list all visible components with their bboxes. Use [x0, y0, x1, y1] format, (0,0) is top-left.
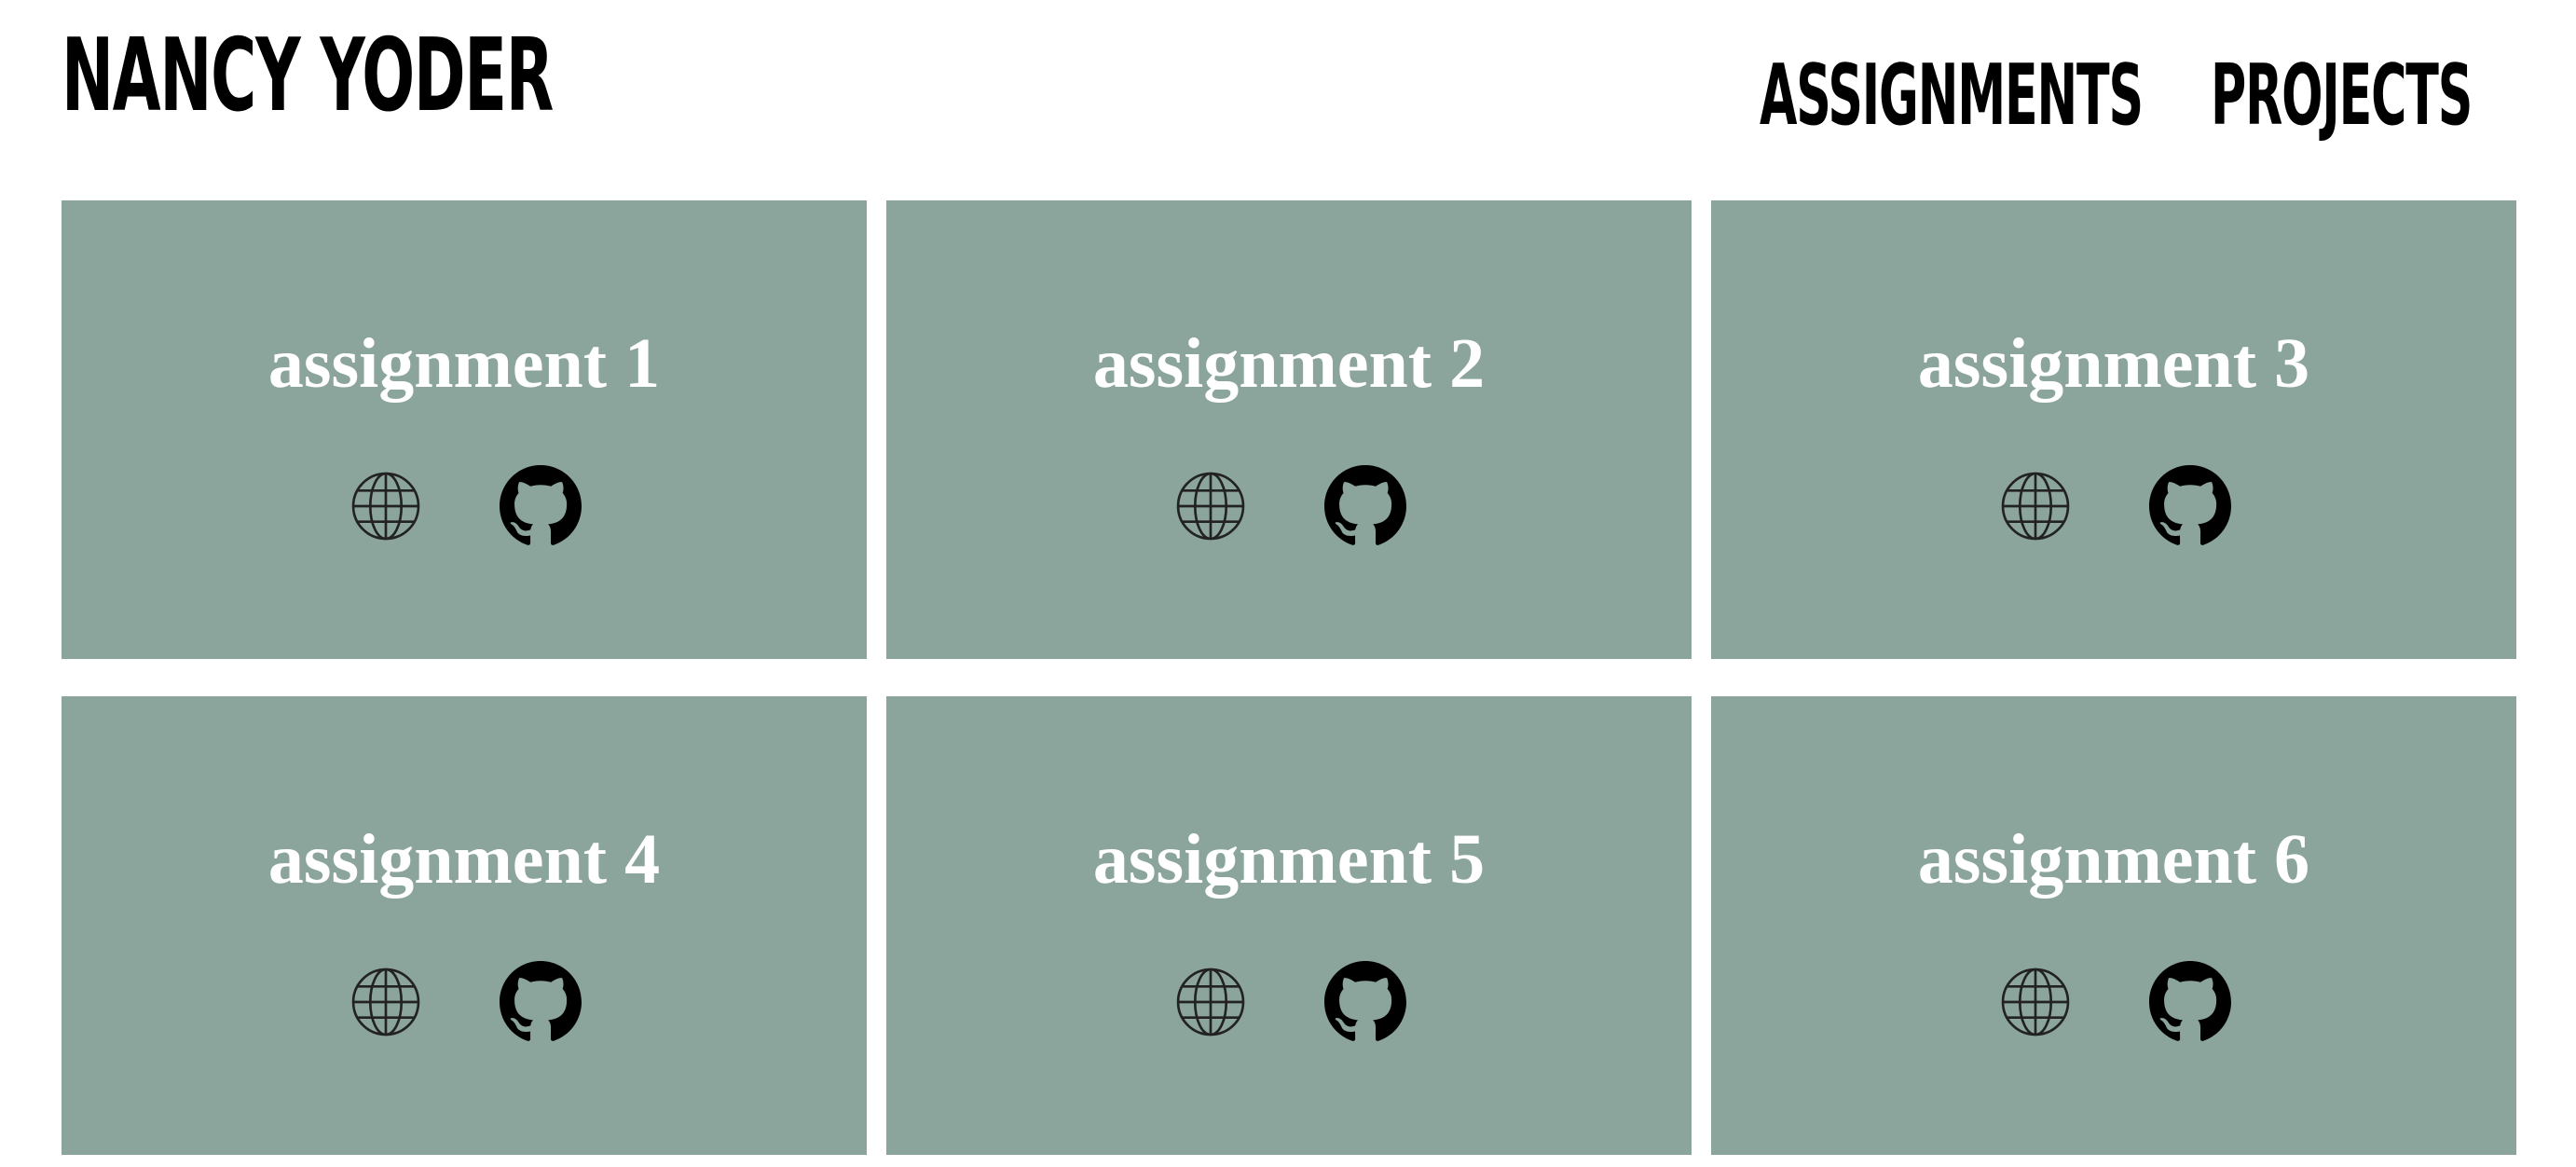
assignment-grid: assignment 1 assignment 2 assignment 3 a…	[62, 200, 2516, 1155]
assignment-card: assignment 4	[62, 696, 867, 1155]
nav-assignments-link[interactable]: ASSIGNMENTS	[1760, 45, 2144, 147]
assignment-card: assignment 6	[1711, 696, 2516, 1155]
assignment-title: assignment 1	[267, 324, 661, 403]
assignment-title: assignment 4	[267, 820, 661, 899]
assignment-card: assignment 2	[886, 200, 1692, 659]
github-icon[interactable]	[500, 961, 582, 1043]
github-icon[interactable]	[2149, 465, 2231, 547]
globe-icon[interactable]	[2000, 471, 2071, 542]
assignment-title: assignment 6	[1917, 820, 2310, 899]
globe-icon[interactable]	[1175, 967, 1246, 1037]
assignment-title: assignment 5	[1092, 820, 1486, 899]
globe-icon[interactable]	[350, 471, 421, 542]
globe-icon[interactable]	[2000, 967, 2071, 1037]
site-title[interactable]: NANCY YODER	[62, 21, 554, 132]
assignment-card: assignment 5	[886, 696, 1692, 1155]
assignment-title: assignment 2	[1092, 324, 1486, 403]
site-header: NANCY YODER ASSIGNMENTS PROJECTS	[0, 0, 2576, 186]
assignment-title: assignment 3	[1917, 324, 2310, 403]
assignment-card: assignment 3	[1711, 200, 2516, 659]
github-icon[interactable]	[500, 465, 582, 547]
globe-icon[interactable]	[1175, 471, 1246, 542]
nav-projects-link[interactable]: PROJECTS	[2211, 45, 2473, 147]
github-icon[interactable]	[1324, 465, 1406, 547]
globe-icon[interactable]	[350, 967, 421, 1037]
github-icon[interactable]	[2149, 961, 2231, 1043]
github-icon[interactable]	[1324, 961, 1406, 1043]
assignment-card: assignment 1	[62, 200, 867, 659]
